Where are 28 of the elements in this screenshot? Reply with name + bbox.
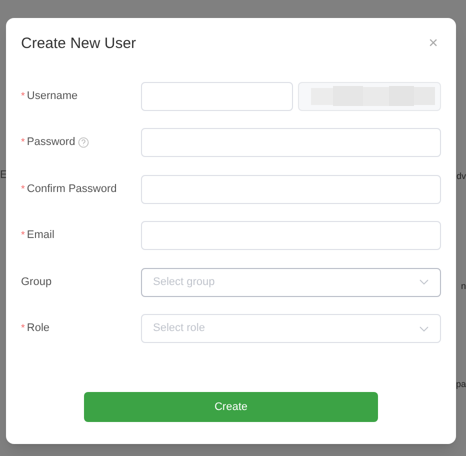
field-label: Role (26, 321, 50, 336)
text-field[interactable] (141, 174, 441, 204)
required-mark: * (21, 136, 25, 150)
text-field[interactable] (141, 128, 441, 157)
required-mark: * (21, 90, 25, 104)
required-mark: * (21, 182, 25, 196)
field-label: Confirm Password (26, 182, 117, 197)
background-text: pa (456, 380, 466, 389)
field-label: Username (26, 88, 78, 104)
field-label: Email (26, 228, 54, 244)
select-field[interactable]: Select group (141, 268, 441, 296)
required-mark: * (21, 322, 25, 336)
text-field[interactable] (141, 82, 293, 110)
select-placeholder: Select role (153, 321, 205, 336)
field-label: Group (21, 274, 52, 290)
background-text: n (460, 282, 466, 291)
chevron-down-icon (419, 326, 429, 332)
field-label: Password (26, 135, 76, 150)
chevron-down-icon (419, 279, 429, 285)
create-button[interactable]: Create (84, 392, 378, 422)
select-placeholder: Select group (153, 274, 215, 290)
select-field[interactable]: Select role (141, 314, 441, 343)
background-text: dv (456, 172, 466, 181)
text-field[interactable] (141, 221, 441, 250)
required-mark: * (21, 229, 25, 243)
dialog-title: Create New User (21, 34, 136, 54)
help-icon[interactable] (78, 137, 90, 148)
close-button[interactable]: × (428, 36, 438, 52)
